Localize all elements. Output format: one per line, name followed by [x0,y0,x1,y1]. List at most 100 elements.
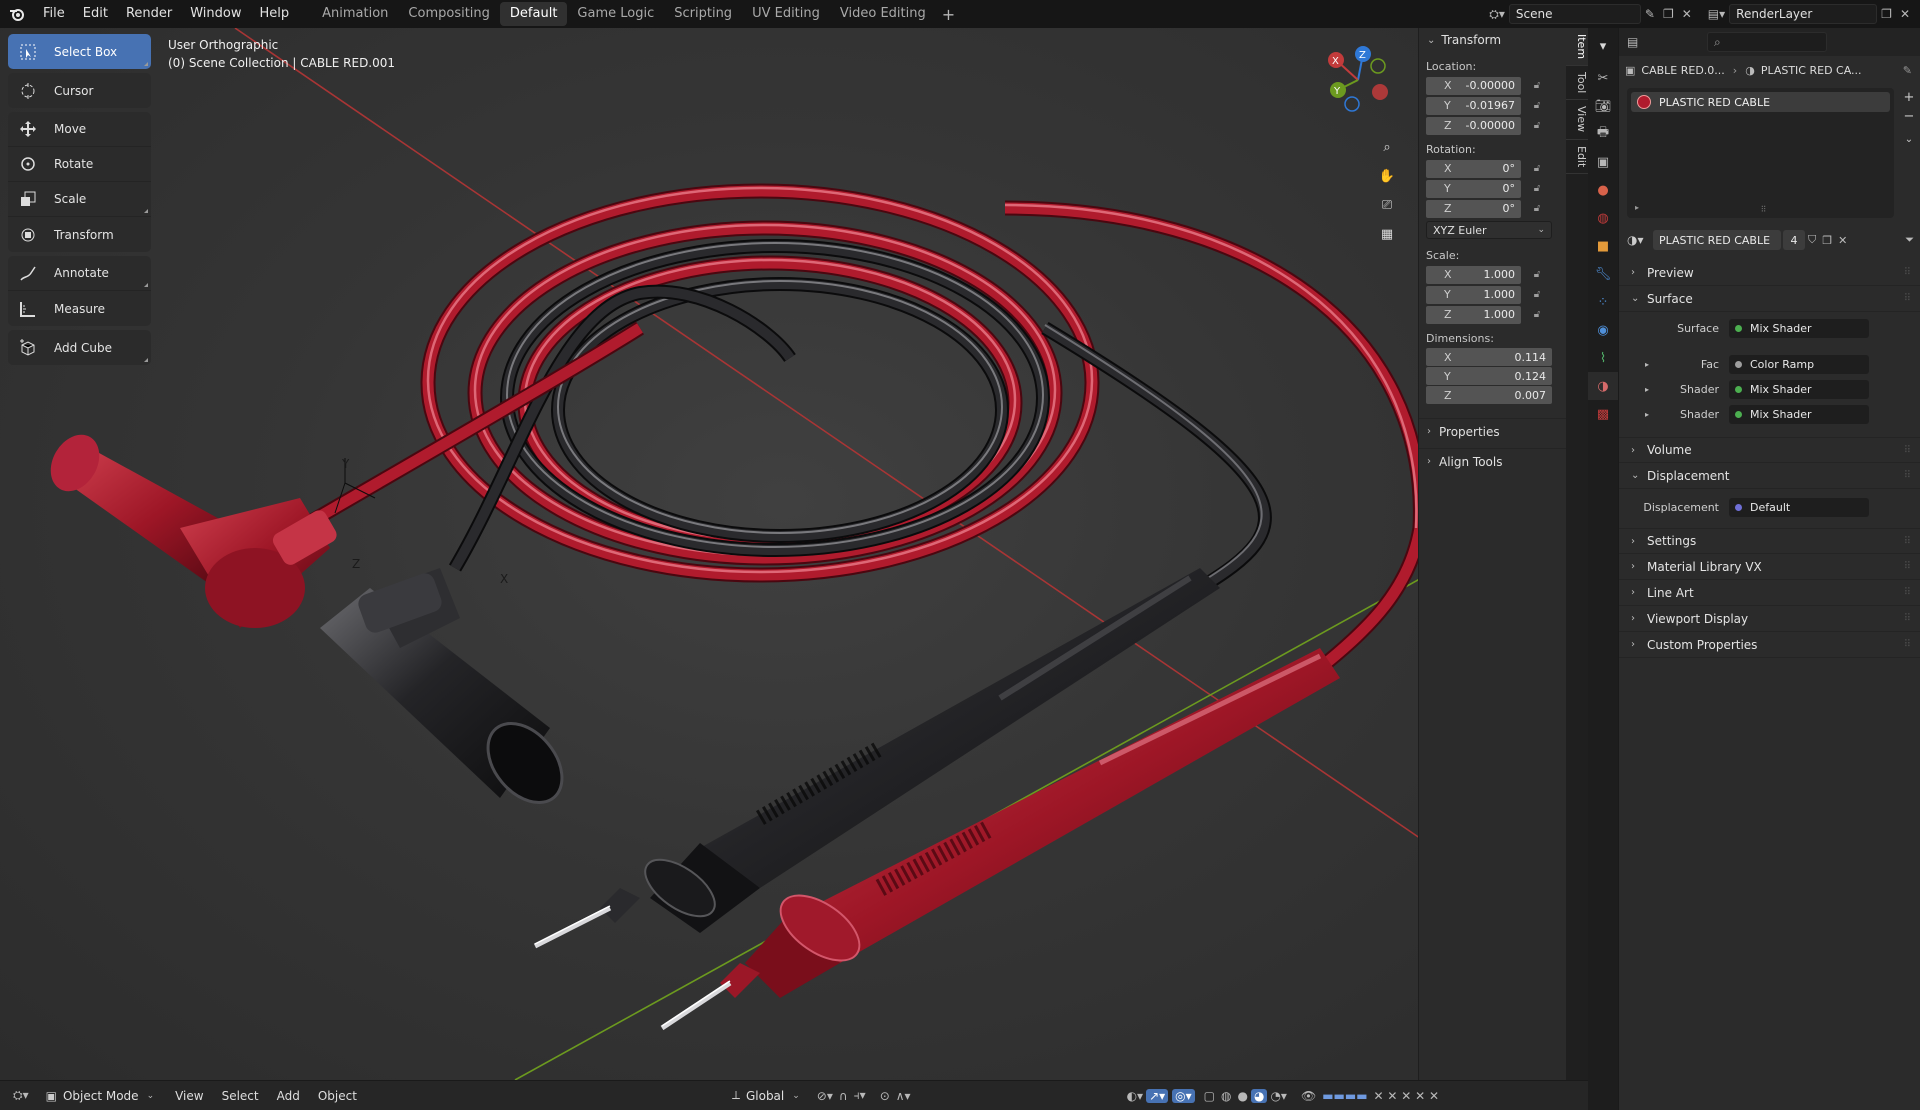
tool-settings-icon[interactable]: ✂ [1588,64,1618,92]
tool-select-box[interactable]: Select Box [8,34,151,69]
expand-arrow-icon[interactable]: ▸ [1645,360,1649,369]
lock-icon[interactable]: 🔓︎ [1529,100,1545,111]
shader-field-1[interactable]: Mix Shader [1729,380,1869,399]
scene-field[interactable]: Scene [1508,4,1641,24]
xray-icon[interactable]: ▢ [1201,1089,1218,1103]
section-material-library[interactable]: › Material Library VX ⠿ [1619,554,1920,580]
rotation-y-field[interactable]: Y 0° [1426,179,1521,198]
menu-add[interactable]: Add [268,1089,309,1103]
menu-file[interactable]: File [34,0,74,28]
rotation-mode-dropdown[interactable]: XYZ Euler ⌄ [1426,221,1552,239]
location-x-field[interactable]: X -0.00000 [1426,76,1521,95]
rendered-shading-icon[interactable]: ◔▾ [1267,1089,1290,1103]
tool-scale[interactable]: Scale [8,182,151,217]
delete-scene-icon[interactable]: ✕ [1678,7,1696,21]
tab-scripting[interactable]: Scripting [664,2,742,26]
properties-search-field[interactable]: ⌕ [1707,32,1827,52]
tab-edit[interactable]: Edit [1566,140,1588,174]
location-z-field[interactable]: Z -0.00000 [1426,116,1521,135]
new-material-icon[interactable]: ❐ [1819,234,1835,247]
lock-icon[interactable]: 🔓︎ [1529,120,1545,131]
pin-icon[interactable]: ✎ [1903,64,1912,77]
menu-select[interactable]: Select [213,1089,268,1103]
view-layer-tab-icon[interactable]: ▣ [1588,148,1618,176]
object-icon[interactable]: ■ [1588,232,1618,260]
lock-icon[interactable]: 🔓︎ [1529,289,1545,300]
object-data-icon[interactable]: ⌇ [1588,344,1618,372]
new-view-layer-icon[interactable]: ❐ [1877,7,1896,21]
collection-toggles-icon[interactable]: ▬▬▬▬ [1319,1089,1370,1103]
display-mode-icon[interactable]: ▤ [1627,35,1647,49]
3d-viewport[interactable]: Y X Z User Orthographic (0) Scene Collec… [0,28,1566,1080]
chevron-down-icon[interactable]: ⌄ [1905,134,1913,145]
blender-logo-icon[interactable] [0,0,34,28]
user-count[interactable]: 4 [1783,230,1805,250]
expand-arrow-icon[interactable]: ▸ [1645,410,1649,419]
resize-handle-icon[interactable]: ⠿ [1761,205,1767,214]
particles-icon[interactable]: ⁘ [1588,288,1618,316]
tool-move[interactable]: Move [8,112,151,147]
unlink-material-icon[interactable]: ✕ [1835,234,1850,247]
scale-z-field[interactable]: Z 1.000 [1426,305,1521,324]
align-tools-header[interactable]: › Align Tools [1419,448,1566,474]
rotation-x-field[interactable]: X 0° [1426,159,1521,178]
texture-icon[interactable]: ▩ [1588,400,1618,428]
eye-visibility-icon[interactable]: 👁︎ [1298,1089,1319,1103]
add-workspace-icon[interactable]: + [936,5,961,24]
lock-icon[interactable]: 🔓︎ [1529,183,1545,194]
transform-header[interactable]: ⌄ Transform [1419,28,1566,52]
physics-icon[interactable]: ◉ [1588,316,1618,344]
properties-panel-header[interactable]: › Properties [1419,418,1566,444]
editor-type-icon[interactable]: ⛭▾ [10,1088,32,1103]
tool-add-cube[interactable]: Add Cube [8,330,151,365]
breadcrumb-object[interactable]: CABLE RED.0... [1641,64,1724,77]
proportional-edit-icon[interactable]: ⊙ [877,1089,893,1103]
remove-slot-icon[interactable]: − [1904,109,1915,124]
dimension-y-field[interactable]: Y 0.124 [1426,367,1552,385]
tab-compositing[interactable]: Compositing [398,2,500,26]
tab-animation[interactable]: Animation [312,2,398,26]
menu-edit[interactable]: Edit [74,0,117,28]
location-y-field[interactable]: Y -0.01967 [1426,96,1521,115]
rotation-z-field[interactable]: Z 0° [1426,199,1521,218]
solid-shading-icon[interactable]: ● [1234,1089,1250,1103]
editor-type-icon[interactable]: ▾ [1588,28,1618,64]
camera-view-icon[interactable]: ⎚ [1374,192,1400,218]
tool-transform[interactable]: Transform [8,217,151,252]
tool-rotate[interactable]: Rotate [8,147,151,182]
section-line-art[interactable]: › Line Art ⠿ [1619,580,1920,606]
surface-shader-field[interactable]: Mix Shader [1729,319,1869,338]
tab-tool[interactable]: Tool [1566,66,1588,101]
lock-icon[interactable]: 🔓︎ [1529,309,1545,320]
breadcrumb-material[interactable]: PLASTIC RED CA... [1761,64,1862,77]
menu-window[interactable]: Window [181,0,250,28]
snap-target-icon[interactable]: ⫞▾ [851,1088,869,1103]
zoom-icon[interactable]: ⌕ [1374,134,1400,160]
menu-render[interactable]: Render [117,0,181,28]
pivot-icon[interactable]: ⊘▾ [814,1089,836,1103]
material-preview-shading-icon[interactable]: ◕ [1250,1088,1268,1103]
delete-view-layer-icon[interactable]: ✕ [1896,7,1914,21]
shader-field-2[interactable]: Mix Shader [1729,405,1869,424]
mode-dropdown[interactable]: ▣ Object Mode ⌄ [40,1085,160,1107]
tab-default[interactable]: Default [499,2,568,26]
displacement-field[interactable]: Default [1729,498,1869,517]
menu-object[interactable]: Object [309,1089,366,1103]
view-layer-icon[interactable]: ▤▾ [1704,7,1729,21]
section-viewport-display[interactable]: › Viewport Display ⠿ [1619,606,1920,632]
material-name-field[interactable]: PLASTIC RED CABLE [1653,230,1781,250]
add-slot-icon[interactable]: + [1904,90,1915,105]
material-slot-item[interactable]: PLASTIC RED CABLE [1631,92,1890,112]
lock-icon[interactable]: 🔓︎ [1529,203,1545,214]
fake-user-shield-icon[interactable]: ⛉ [1805,233,1819,247]
lock-icon[interactable]: 🔓︎ [1529,269,1545,280]
scene-tab-icon[interactable]: ● [1588,176,1618,204]
section-volume[interactable]: › Volume ⠿ [1619,437,1920,463]
tool-measure[interactable]: Measure [8,291,151,326]
tab-video-editing[interactable]: Video Editing [830,2,936,26]
dimension-x-field[interactable]: X 0.114 [1426,348,1552,366]
modifier-wrench-icon[interactable]: 🔧︎ [1588,260,1618,288]
tab-game-logic[interactable]: Game Logic [567,2,664,26]
tab-item[interactable]: Item [1566,28,1588,67]
menu-help[interactable]: Help [251,0,299,28]
